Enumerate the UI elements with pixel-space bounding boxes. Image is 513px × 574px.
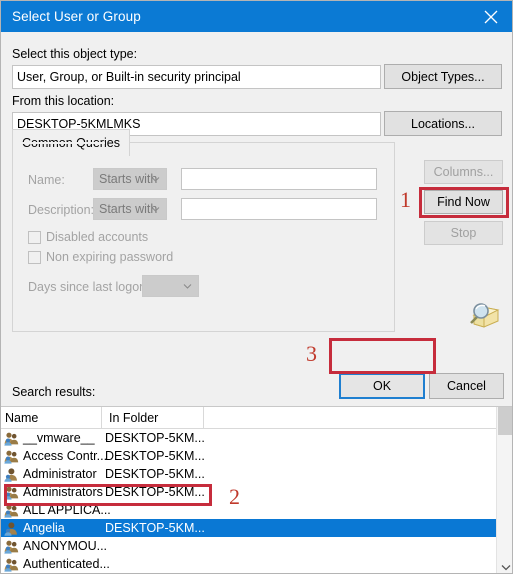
table-row[interactable]: Administrator DESKTOP-5KM... [1,465,496,483]
row-name: ALL APPLICA... [23,503,111,517]
days-since-last-logon-combo[interactable] [142,275,199,297]
column-header-in-folder[interactable]: In Folder [105,407,203,429]
row-folder: DESKTOP-5KM... [105,485,205,499]
tab-strip: Common Queries [12,129,395,156]
location-label: From this location: [12,94,115,108]
search-results-list: Name In Folder __vmware__ DESKTOP-5KM... A… [1,406,512,573]
row-name: ANONYMOU... [23,539,108,553]
list-rows: __vmware__ DESKTOP-5KM... Access Contr... D… [1,429,496,573]
description-label: Description: [28,203,94,217]
name-operator-value: Starts with [99,172,158,186]
search-results-label: Search results: [12,385,96,399]
table-row[interactable]: __vmware__ DESKTOP-5KM... [1,429,496,447]
title-bar: Select User or Group [1,1,512,32]
stop-button: Stop [424,221,503,245]
user-icon [4,521,20,536]
group-icon [4,557,20,572]
table-row[interactable]: Angelia DESKTOP-5KM... [1,519,496,537]
days-since-last-logon-label: Days since last logon: [28,280,150,294]
magnifier-folder-icon [462,297,502,333]
object-type-field[interactable]: User, Group, or Built-in security princi… [12,65,381,89]
group-icon [4,539,20,554]
locations-button[interactable]: Locations... [384,111,502,136]
tab-active-mask [13,142,105,144]
non-expiring-password-label: Non expiring password [46,250,174,264]
chevron-down-icon [183,282,192,291]
chevron-down-icon [151,175,160,184]
group-icon [4,503,20,518]
object-type-label: Select this object type: [12,47,138,61]
row-folder: DESKTOP-5KM... [105,431,205,445]
row-name: Administrators [23,485,103,499]
cancel-button[interactable]: Cancel [429,373,504,399]
group-icon [4,431,20,446]
object-types-button[interactable]: Object Types... [384,64,502,89]
description-operator-combo[interactable]: Starts with [93,198,167,220]
row-folder: DESKTOP-5KM... [105,467,205,481]
user-icon [4,467,20,482]
row-name: __vmware__ [23,431,95,445]
find-now-button[interactable]: Find Now [424,190,503,214]
table-row[interactable]: Access Contr... DESKTOP-5KM... [1,447,496,465]
column-divider[interactable] [203,407,204,429]
annotation-number-1: 1 [400,187,411,212]
name-label: Name: [28,173,65,187]
annotation-number-2: 2 [229,484,240,509]
name-value-input[interactable] [181,168,377,190]
disabled-accounts-checkbox[interactable] [28,231,41,244]
annotation-number-3: 3 [306,341,317,366]
disabled-accounts-label: Disabled accounts [46,230,149,244]
row-name: Administrator [23,467,97,481]
table-row[interactable]: Authenticated... [1,555,496,573]
scrollbar-thumb[interactable] [498,407,512,435]
column-divider[interactable] [101,407,102,429]
name-operator-combo[interactable]: Starts with [93,168,167,190]
description-value-input[interactable] [181,198,377,220]
group-icon [4,449,20,464]
table-row[interactable]: ALL APPLICA... [1,501,496,519]
chevron-down-icon[interactable] [497,558,512,573]
close-icon[interactable] [468,1,512,32]
column-header-name[interactable]: Name [1,407,101,429]
row-name: Access Contr... [23,449,108,463]
row-name: Authenticated... [23,557,110,571]
row-folder: DESKTOP-5KM... [105,521,205,535]
row-name: Angelia [23,521,65,535]
ok-button[interactable]: OK [339,373,425,399]
columns-button: Columns... [424,160,503,184]
list-header: Name In Folder [1,407,496,429]
window-title: Select User or Group [12,9,141,24]
group-icon [4,485,20,500]
row-folder: DESKTOP-5KM... [105,449,205,463]
table-row[interactable]: ANONYMOU... [1,537,496,555]
table-row[interactable]: Administrators DESKTOP-5KM... [1,483,496,501]
select-user-or-group-dialog: Select User or Group Select this object … [0,0,513,574]
non-expiring-password-checkbox[interactable] [28,251,41,264]
vertical-scrollbar[interactable] [496,407,512,573]
description-operator-value: Starts with [99,202,158,216]
chevron-down-icon [151,205,160,214]
